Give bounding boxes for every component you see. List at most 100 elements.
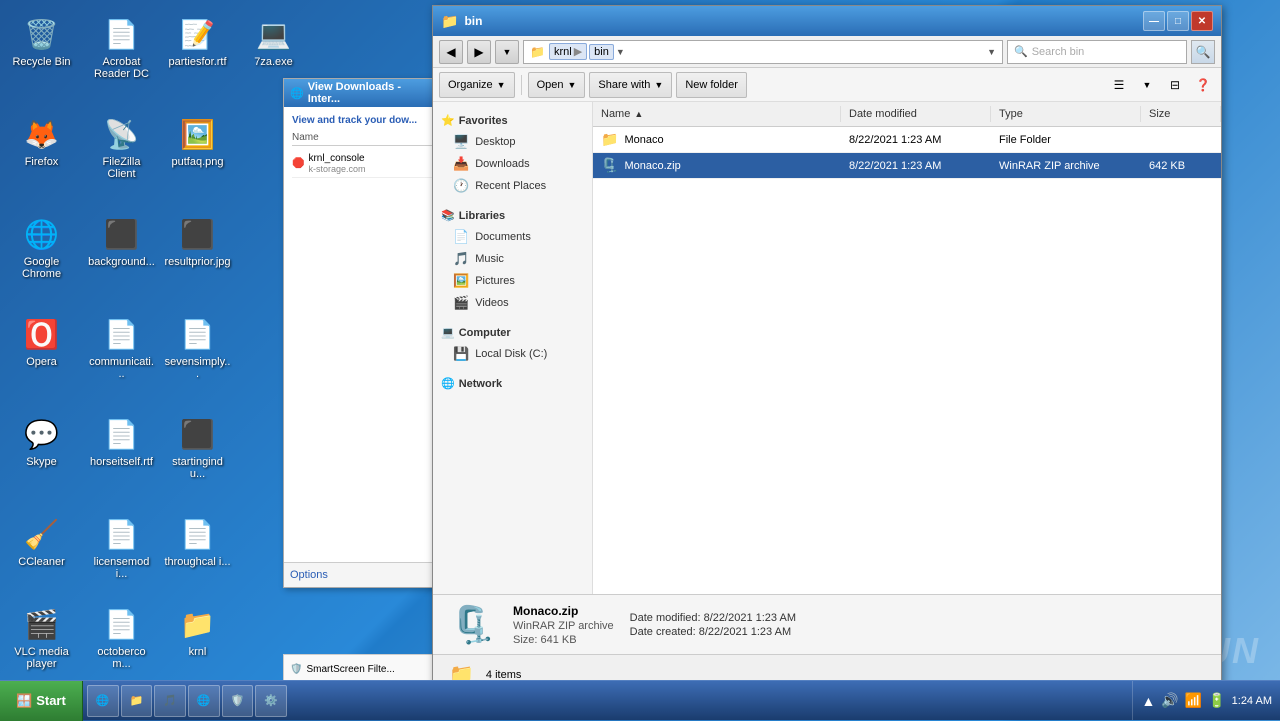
help-button[interactable]: ❓	[1191, 73, 1215, 97]
tray-volume-icon[interactable]: 🔊	[1161, 692, 1178, 709]
desktop-icon-background[interactable]: ⬛ background...	[84, 210, 159, 272]
taskbar-item-settings[interactable]: ⚙️	[255, 685, 287, 717]
desktop-icon-opera[interactable]: 🅾️ Opera	[4, 310, 79, 372]
address-bar-icon: 📁	[530, 45, 545, 59]
sidebar-item-music[interactable]: 🎵 Music	[433, 248, 592, 270]
share-label: Share with	[598, 79, 650, 91]
documents-label: Documents	[475, 231, 531, 243]
desktop-icon-firefox[interactable]: 🦊 Firefox	[4, 110, 79, 172]
desktop-icon-licensemod[interactable]: 📄 licensemod i...	[84, 510, 159, 584]
desktop-icon-filezilla[interactable]: 📡 FileZilla Client	[84, 110, 159, 184]
file-cell-type: WinRAR ZIP archive	[991, 153, 1141, 178]
sidebar-item-downloads[interactable]: 📥 Downloads	[433, 153, 592, 175]
address-part-bin[interactable]: bin	[589, 44, 614, 60]
explorer-titlebar: 📁 bin — □ ✕	[433, 6, 1221, 36]
desktop-icon-octobercom[interactable]: 📄 octoberco m...	[84, 600, 159, 674]
icon-label-partiesfor: partiesfor.rtf	[164, 56, 231, 68]
sidebar-item-desktop[interactable]: 🖥️ Desktop	[433, 131, 592, 153]
sidebar-item-videos[interactable]: 🎬 Videos	[433, 292, 592, 314]
download-item-name: krnl_console	[308, 153, 365, 164]
desktop-icon-vlc[interactable]: 🎬 VLC media player	[4, 600, 79, 674]
address-dropdown-arrow[interactable]: ▼	[616, 47, 625, 57]
share-button[interactable]: Share with ▼	[589, 72, 672, 98]
address-bar: 📁 krnl ▶ bin ▼ ▼	[523, 40, 1003, 64]
sidebar-item-recent[interactable]: 🕐 Recent Places	[433, 175, 592, 197]
desktop-icon-putfaq[interactable]: 🖼️ putfaq.png	[160, 110, 235, 172]
downloads-options-button[interactable]: Options	[290, 569, 434, 581]
desktop-icon-resultprior[interactable]: ⬛ resultprior.jpg	[160, 210, 235, 272]
taskbar-item-folder[interactable]: 📁	[121, 685, 153, 717]
music-label: Music	[475, 253, 504, 265]
open-dropdown-icon: ▼	[567, 80, 576, 90]
sidebar: ⭐ Favorites 🖥️ Desktop 📥 Downloads 🕐 Rec…	[433, 102, 593, 594]
view-toggle-button[interactable]: ☰	[1107, 73, 1131, 97]
status-filetype: WinRAR ZIP archive	[513, 620, 614, 632]
taskbar-item-media[interactable]: 🎵	[154, 685, 186, 717]
maximize-button[interactable]: □	[1167, 11, 1189, 31]
downloads-titlebar[interactable]: 🌐 View Downloads - Inter...	[284, 79, 440, 107]
view-dropdown-button[interactable]: ▼	[1135, 73, 1159, 97]
tray-up-arrow[interactable]: ▲	[1141, 693, 1155, 709]
file-cell-size	[1141, 127, 1221, 152]
tray-network-icon[interactable]: 📶	[1185, 692, 1202, 709]
col-header-size[interactable]: Size	[1141, 106, 1221, 122]
icon-image-acrobat: 📄	[102, 14, 142, 54]
desktop-icon-partiesfor[interactable]: 📝 partiesfor.rtf	[160, 10, 235, 72]
search-icon: 🔍	[1014, 45, 1028, 58]
icon-label-acrobat: Acrobat Reader DC	[88, 56, 155, 80]
col-header-name[interactable]: Name ▲	[593, 106, 841, 122]
desktop-icon-ccleaner[interactable]: 🧹 CCleaner	[4, 510, 79, 572]
computer-section: 💻 Computer 💾 Local Disk (C:)	[433, 322, 592, 365]
sidebar-item-documents[interactable]: 📄 Documents	[433, 226, 592, 248]
table-row[interactable]: 🗜️ Monaco.zip 8/22/2021 1:23 AM WinRAR Z…	[593, 153, 1221, 179]
taskbar-item-chrome[interactable]: 🌐	[188, 685, 220, 717]
forward-button[interactable]: ▶	[467, 40, 491, 64]
open-label: Open	[537, 79, 564, 91]
file-cell-name: 🗜️ Monaco.zip	[593, 153, 841, 178]
sidebar-item-pictures[interactable]: 🖼️ Pictures	[433, 270, 592, 292]
list-item[interactable]: 🛑 krnl_console k-storage.com	[292, 150, 432, 178]
desktop-icon-recycle-bin[interactable]: 🗑️ Recycle Bin	[4, 10, 79, 72]
taskbar-item-ie[interactable]: 🌐	[87, 685, 119, 717]
icon-image-ccleaner: 🧹	[22, 514, 62, 554]
network-icon: 🌐	[441, 377, 455, 390]
sort-arrow-icon: ▲	[634, 109, 643, 119]
ie-icon: 🌐	[96, 694, 110, 707]
desktop-icon-throughcal[interactable]: 📄 throughcal i...	[160, 510, 235, 572]
downloads-footer: Options	[284, 562, 440, 587]
desktop-icon-skype[interactable]: 💬 Skype	[4, 410, 79, 472]
preview-pane-button[interactable]: ⊟	[1163, 73, 1187, 97]
desktop-icon-horseitself[interactable]: 📄 horseitself.rtf	[84, 410, 159, 472]
tray-battery-icon[interactable]: 🔋	[1208, 692, 1225, 709]
minimize-button[interactable]: —	[1143, 11, 1165, 31]
icon-image-filezilla: 📡	[102, 114, 142, 154]
desktop-sidebar-icon: 🖥️	[453, 134, 469, 150]
open-button[interactable]: Open ▼	[528, 72, 586, 98]
desktop-icon-startingind[interactable]: ⬛ startingind u...	[160, 410, 235, 484]
col-header-type[interactable]: Type	[991, 106, 1141, 122]
icon-label-opera: Opera	[8, 356, 75, 368]
close-button[interactable]: ✕	[1191, 11, 1213, 31]
desktop-icon-krnl[interactable]: 📁 krnl	[160, 600, 235, 662]
desktop-icon-acrobat[interactable]: 📄 Acrobat Reader DC	[84, 10, 159, 84]
icon-label-licensemod: licensemod i...	[88, 556, 155, 580]
organize-button[interactable]: Organize ▼	[439, 72, 515, 98]
music-icon: 🎵	[453, 251, 469, 267]
new-folder-button[interactable]: New folder	[676, 72, 747, 98]
libraries-icon: 📚	[441, 209, 455, 222]
desktop-icon-sevensimply[interactable]: 📄 sevensimply...	[160, 310, 235, 384]
sidebar-item-local-disk[interactable]: 💾 Local Disk (C:)	[433, 343, 592, 365]
dropdown-button[interactable]: ▼	[495, 40, 519, 64]
address-part-krnl[interactable]: krnl ▶	[549, 43, 587, 60]
table-row[interactable]: 📁 Monaco 8/22/2021 1:23 AM File Folder	[593, 127, 1221, 153]
desktop-icon-communications[interactable]: 📄 communicati...	[84, 310, 159, 384]
desktop-icon-chrome[interactable]: 🌐 Google Chrome	[4, 210, 79, 284]
search-go-button[interactable]: 🔍	[1191, 40, 1215, 64]
address-full-dropdown[interactable]: ▼	[987, 47, 996, 57]
desktop-icon-7za[interactable]: 💻 7za.exe	[236, 10, 311, 72]
start-button[interactable]: 🪟 Start	[0, 681, 83, 721]
col-header-date[interactable]: Date modified	[841, 106, 991, 122]
smartscreen-label: SmartScreen Filte...	[306, 664, 394, 675]
back-button[interactable]: ◀	[439, 40, 463, 64]
taskbar-item-security[interactable]: 🛡️	[222, 685, 254, 717]
